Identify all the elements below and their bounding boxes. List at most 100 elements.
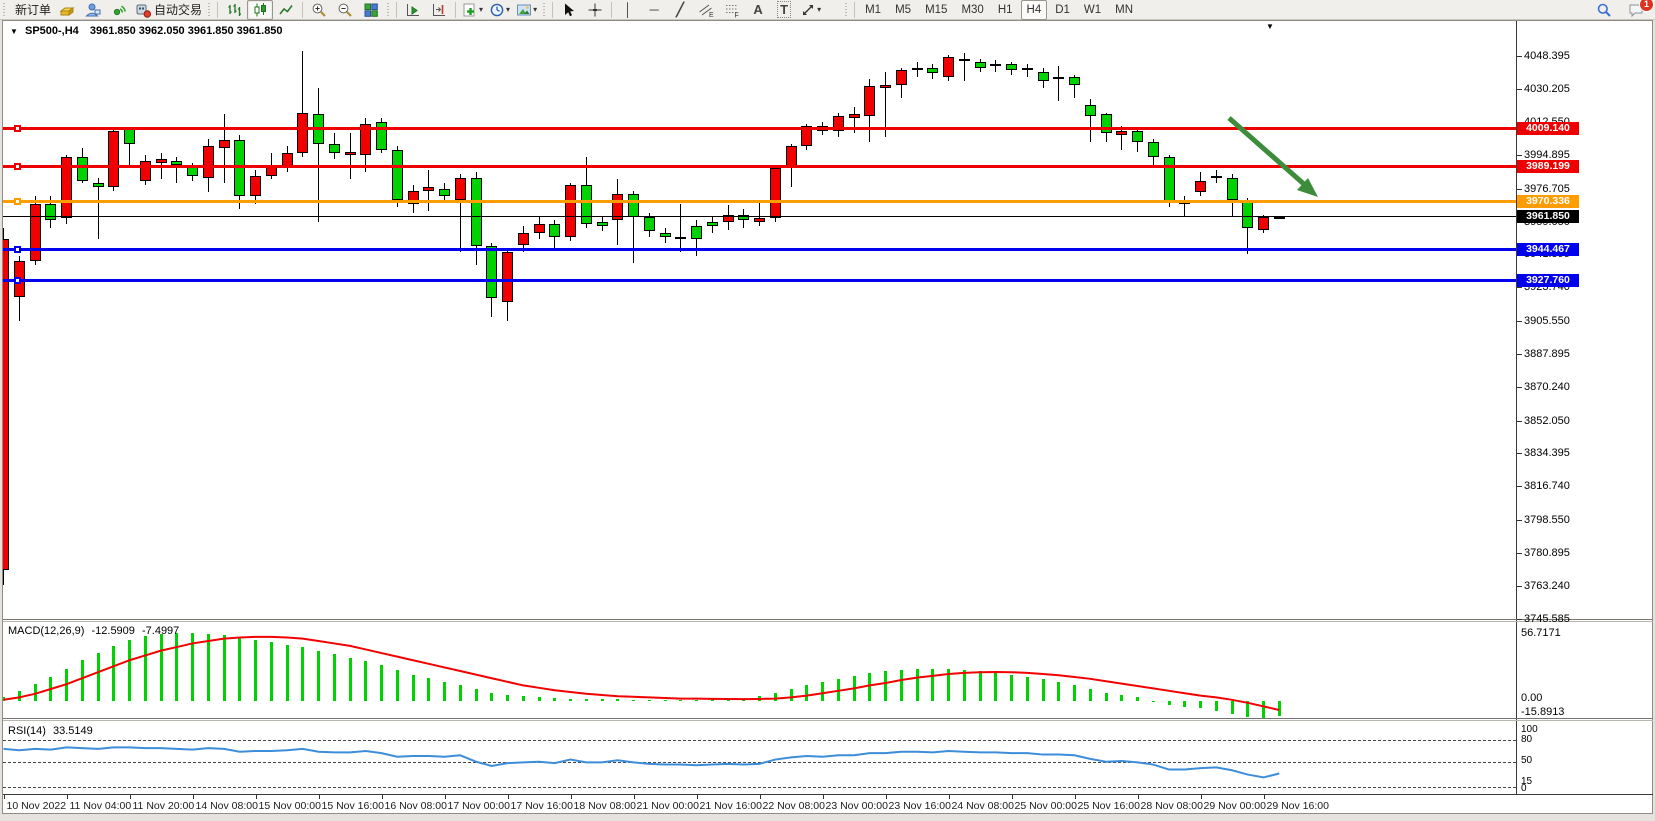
timeframe-W1[interactable]: W1 xyxy=(1078,0,1107,20)
fibonacci-tool-button[interactable]: F xyxy=(719,0,745,20)
time-tick-label: 21 Nov 00:00 xyxy=(637,800,699,812)
toolbar: 新订单 自动交易 xyxy=(0,0,1655,20)
time-tick-mark xyxy=(445,795,446,799)
level-line-3989.199[interactable] xyxy=(3,165,1516,168)
toolbar-grip[interactable] xyxy=(2,3,7,17)
level-line-handle[interactable] xyxy=(14,125,21,132)
text-tool-button[interactable]: A xyxy=(745,0,771,20)
auto-scroll-icon xyxy=(405,2,421,18)
auto-scroll-button[interactable] xyxy=(400,0,426,20)
timeframe-M5[interactable]: M5 xyxy=(889,0,917,20)
equidistant-channel-tool-button[interactable]: E xyxy=(693,0,719,20)
timeframe-MN[interactable]: MN xyxy=(1109,0,1139,20)
macd-label: MACD(12,26,9) -12.5909 -7.4997 xyxy=(8,625,179,637)
level-line-4009.140[interactable] xyxy=(3,127,1516,130)
chevron-down-icon: ▾ xyxy=(533,5,537,14)
price-tick-label: 3816.740 xyxy=(1524,480,1570,492)
level-price-label: 3989.199 xyxy=(1517,160,1579,173)
cursor-tool-button[interactable] xyxy=(556,0,582,20)
timeframe-H4[interactable]: H4 xyxy=(1021,0,1048,20)
candle xyxy=(518,233,529,244)
level-line-3961.850[interactable] xyxy=(3,216,1516,217)
time-tick-label: 15 Nov 00:00 xyxy=(259,800,321,812)
text-label-tool-button[interactable]: T xyxy=(771,0,797,20)
bar-chart-icon xyxy=(226,2,242,18)
zoom-out-icon xyxy=(337,2,353,18)
line-chart-icon xyxy=(278,2,294,18)
timeframe-H1[interactable]: H1 xyxy=(992,0,1019,20)
price-tick-mark xyxy=(1517,421,1522,422)
time-tick-label: 10 Nov 2022 xyxy=(7,800,67,812)
toolbar-grip[interactable] xyxy=(542,3,547,17)
templates-button[interactable]: ▾ xyxy=(513,0,540,20)
chart-dropdown-caret[interactable]: ▼ xyxy=(1266,22,1274,31)
trendline-tool-button[interactable]: ╱ xyxy=(667,0,693,20)
symbol-period-label: SP500-,H4 xyxy=(25,25,79,37)
autotrade-button[interactable]: 自动交易 xyxy=(132,0,205,20)
candle xyxy=(471,178,482,247)
crosshair-tool-button[interactable] xyxy=(582,0,608,20)
level-line-handle[interactable] xyxy=(14,163,21,170)
periods-button[interactable]: ▾ xyxy=(486,0,513,20)
time-axis[interactable]: 10 Nov 202211 Nov 04:0011 Nov 20:0014 No… xyxy=(3,795,1516,813)
candle-wick xyxy=(428,170,429,211)
arrows-tool-button[interactable]: ▾ xyxy=(797,0,824,20)
tile-windows-button[interactable] xyxy=(358,0,384,20)
trend-arrow-annotation[interactable] xyxy=(3,21,1516,619)
market-watch-button[interactable] xyxy=(106,0,132,20)
pane-splitter[interactable] xyxy=(3,718,1653,719)
price-tick-mark xyxy=(1517,453,1522,454)
toolbar-right-group: 1 xyxy=(1591,0,1649,20)
clock-icon xyxy=(489,2,505,18)
time-tick-mark xyxy=(4,795,5,799)
price-tick-label: 3763.240 xyxy=(1524,580,1570,592)
line-chart-mode-button[interactable] xyxy=(273,0,299,20)
level-line-handle[interactable] xyxy=(14,277,21,284)
profiles-button[interactable] xyxy=(80,0,106,20)
level-line-3944.467[interactable] xyxy=(3,248,1516,251)
timeframe-M1[interactable]: M1 xyxy=(859,0,887,20)
zoom-in-button[interactable] xyxy=(306,0,332,20)
chart-title: ▼ SP500-,H4 3961.850 3962.050 3961.850 3… xyxy=(10,25,283,37)
candlestick-mode-button[interactable] xyxy=(247,0,273,20)
candle xyxy=(581,185,592,224)
horizontal-line-tool-button[interactable]: ─ xyxy=(641,0,667,20)
vertical-line-tool-button[interactable]: │ xyxy=(615,0,641,20)
timeframe-M15[interactable]: M15 xyxy=(919,0,953,20)
search-button[interactable] xyxy=(1591,0,1617,20)
toolbar-grip[interactable] xyxy=(386,3,391,17)
rsi-pane[interactable]: RSI(14) 33.5149 xyxy=(3,722,1516,793)
candle xyxy=(770,168,781,218)
candle xyxy=(1085,105,1096,116)
pane-splitter[interactable] xyxy=(3,619,1653,620)
zoom-out-button[interactable] xyxy=(332,0,358,20)
timeframe-D1[interactable]: D1 xyxy=(1049,0,1076,20)
notifications-button[interactable]: 1 xyxy=(1623,0,1649,20)
level-line-handle[interactable] xyxy=(14,246,21,253)
price-pane[interactable] xyxy=(3,21,1516,619)
level-line-3927.760[interactable] xyxy=(3,279,1516,282)
candle xyxy=(219,140,230,147)
indicators-button[interactable]: ▾ xyxy=(459,0,486,20)
rsi-value: 33.5149 xyxy=(53,725,93,737)
macd-pane[interactable]: MACD(12,26,9) -12.5909 -7.4997 xyxy=(3,622,1516,718)
candle xyxy=(93,183,104,187)
chart-shift-button[interactable] xyxy=(426,0,452,20)
candle xyxy=(3,239,9,570)
profile-icon xyxy=(85,2,101,18)
time-tick-mark xyxy=(760,795,761,799)
toolbar-grip[interactable] xyxy=(844,3,849,17)
macd-scale-label: -15.8913 xyxy=(1521,706,1564,718)
new-order-button[interactable]: 新订单 xyxy=(9,0,54,20)
toolbar-grip[interactable] xyxy=(207,3,212,17)
new-order-label: 新订单 xyxy=(15,1,51,18)
bar-chart-mode-button[interactable] xyxy=(221,0,247,20)
level-line-handle[interactable] xyxy=(14,198,21,205)
level-line-3970.336[interactable] xyxy=(3,200,1516,203)
timeframe-M30[interactable]: M30 xyxy=(955,0,989,20)
time-tick-mark xyxy=(571,795,572,799)
time-tick-mark xyxy=(1012,795,1013,799)
price-tick-label: 3780.895 xyxy=(1524,547,1570,559)
horizontal-line-icon: ─ xyxy=(649,2,658,17)
new-chart-button[interactable] xyxy=(54,0,80,20)
